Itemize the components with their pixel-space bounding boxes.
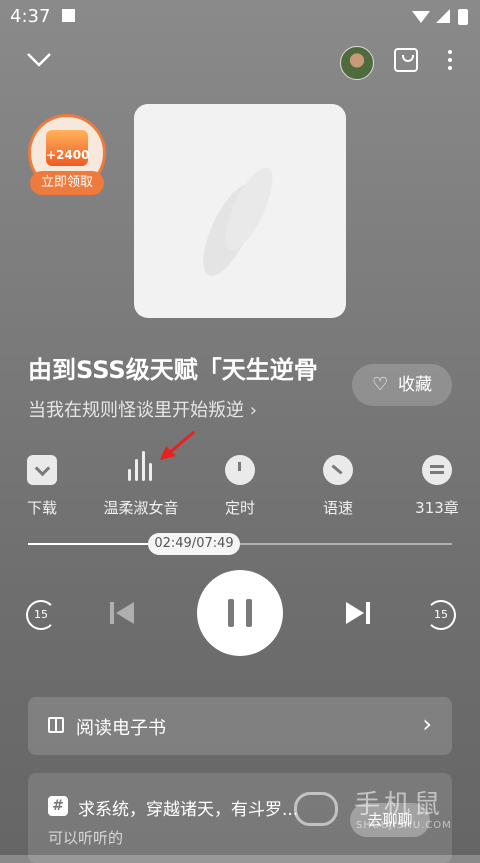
speed-icon xyxy=(323,455,353,485)
battery-icon xyxy=(458,9,468,25)
skip-back-15-button[interactable]: 15 xyxy=(26,600,56,630)
signal-icon xyxy=(436,9,450,23)
timer-tool[interactable]: 定时 xyxy=(192,455,288,518)
download-icon xyxy=(27,455,57,485)
voice-tool[interactable]: 温柔淑女音 xyxy=(93,451,189,518)
progress-track[interactable] xyxy=(28,543,452,545)
read-ebook-label: 阅读电子书 xyxy=(76,718,166,739)
collapse-chevron-icon[interactable] xyxy=(26,52,52,68)
chevron-right-icon: › xyxy=(249,400,257,421)
download-tool[interactable]: 下载 xyxy=(0,455,90,518)
chat-button[interactable]: 去聊聊 xyxy=(350,803,430,837)
promo-amount: +2400 xyxy=(46,148,90,162)
claim-button[interactable]: 立即领取 xyxy=(30,171,104,195)
status-time: 4:37 xyxy=(10,6,51,27)
timer-icon xyxy=(225,455,255,485)
chevron-right-icon: › xyxy=(422,710,432,738)
coin-envelope-icon: +2400 xyxy=(46,130,90,166)
skip-forward-15-button[interactable]: 15 xyxy=(426,600,456,630)
tool-label: 下载 xyxy=(26,499,57,517)
tool-label: 定时 xyxy=(224,499,255,517)
book-icon xyxy=(48,717,64,733)
chapters-tool[interactable]: 313章 xyxy=(389,455,480,518)
tool-label: 语速 xyxy=(322,499,353,517)
previous-track-icon[interactable] xyxy=(108,600,136,626)
cloud-icon xyxy=(294,792,338,826)
speed-tool[interactable]: 语速 xyxy=(290,455,386,518)
hashtag-icon: # xyxy=(48,796,68,816)
notification-icon xyxy=(62,9,75,22)
favorite-button[interactable]: ♡ 收藏 xyxy=(352,364,452,406)
annotation-arrow-icon xyxy=(160,430,195,460)
chapter-list-icon xyxy=(422,455,452,485)
book-cover xyxy=(134,104,346,318)
pause-button[interactable] xyxy=(197,570,283,656)
heart-icon: ♡ xyxy=(372,374,389,395)
tool-label: 313章 xyxy=(415,499,459,517)
playback-time[interactable]: 02:49/07:49 xyxy=(148,533,240,555)
next-track-icon[interactable] xyxy=(344,600,372,626)
favorite-label: 收藏 xyxy=(398,375,432,395)
status-icons xyxy=(412,9,468,25)
book-subtitle: 当我在规则怪谈里开始叛逆 xyxy=(28,400,244,421)
read-ebook-row[interactable]: 阅读电子书 › xyxy=(28,697,452,755)
pause-icon xyxy=(228,599,234,627)
voice-wave-icon xyxy=(126,451,156,485)
book-title: 由到SSS级天赋「天生逆骨 xyxy=(28,356,318,384)
avatar[interactable] xyxy=(340,46,374,80)
tool-label: 温柔淑女音 xyxy=(103,499,179,517)
book-subtitle-link[interactable]: 当我在规则怪谈里开始叛逆 › xyxy=(28,396,257,422)
wifi-icon xyxy=(412,11,430,23)
shop-bag-icon[interactable] xyxy=(394,48,418,72)
more-menu-icon[interactable] xyxy=(448,50,454,74)
recommend-title: 求系统，穿越诸天，有斗罗... xyxy=(78,800,299,820)
recommend-subtitle: 可以听听的 xyxy=(48,829,124,847)
status-bar: 4:37 xyxy=(0,0,480,32)
